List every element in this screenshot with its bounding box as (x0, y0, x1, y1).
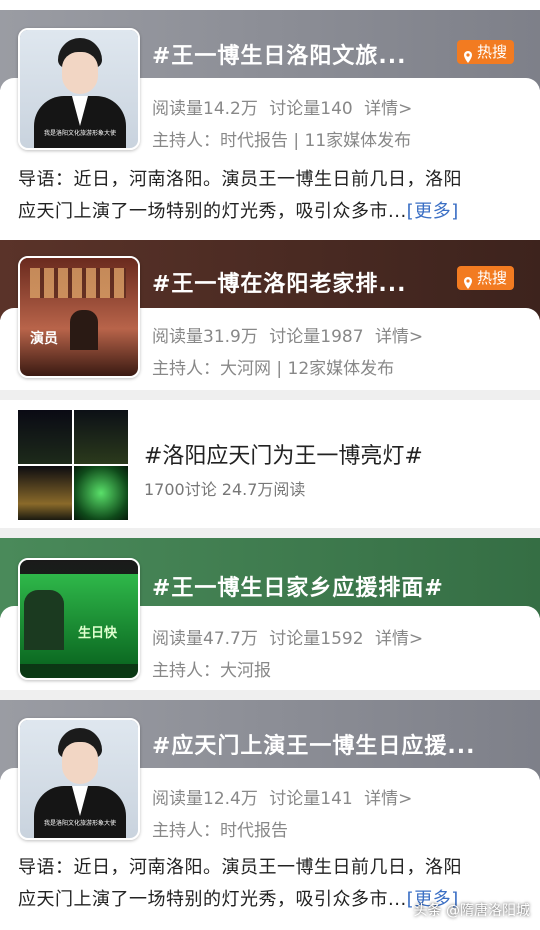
discuss-count: 讨论量1987 (269, 327, 364, 347)
detail-link[interactable]: 详情> (375, 629, 423, 649)
topic-title[interactable]: #王一博生日家乡应援排面# (152, 570, 444, 602)
topic-card-1[interactable]: 我是洛阳文化旅游形象大使 #王一博生日洛阳文旅... 热搜 阅读量14.2万 讨… (0, 10, 540, 238)
topic-title[interactable]: #洛阳应天门为王一博亮灯# (144, 438, 423, 470)
topic-host: 主持人：大河报 (152, 661, 271, 681)
detail-link[interactable]: 详情> (364, 789, 412, 809)
intro-line-2: 应天门上演了一场特别的灯光秀，吸引众多市... (18, 889, 407, 910)
discuss-count: 讨论量140 (269, 99, 353, 119)
section-divider (0, 690, 540, 700)
topic-title[interactable]: #王一博在洛阳老家排... (152, 266, 407, 298)
section-divider (0, 528, 540, 538)
topic-thumbnail[interactable]: 我是洛阳文化旅游形象大使 (18, 718, 140, 840)
read-count: 阅读量12.4万 (152, 789, 258, 809)
detail-link[interactable]: 详情> (375, 327, 423, 347)
topic-stats: 阅读量31.9万 讨论量1987 详情> (152, 322, 429, 347)
discuss-count: 讨论量141 (269, 789, 353, 809)
hot-search-badge: 热搜 (456, 266, 514, 290)
topic-card-5[interactable]: 我是洛阳文化旅游形象大使 #应天门上演王一博生日应援... 阅读量12.4万 讨… (0, 700, 540, 930)
topic-host: 主持人：时代报告 (152, 821, 288, 841)
thumbnail-caption: 我是洛阳文化旅游形象大使 (43, 820, 116, 827)
intro-line-2: 应天门上演了一场特别的灯光秀，吸引众多市... (18, 201, 407, 222)
thumbnail-caption: 生日快 (78, 626, 118, 641)
location-pin-icon (462, 272, 474, 289)
location-pin-icon (462, 46, 474, 63)
topic-stats: 阅读量47.7万 讨论量1592 详情> (152, 624, 429, 649)
topic-thumbnail-grid[interactable] (18, 410, 128, 520)
badge-label: 热搜 (476, 269, 507, 287)
topic-stats: 阅读量14.2万 讨论量140 详情> (152, 94, 418, 119)
topic-thumbnail[interactable]: 演员 (18, 256, 140, 378)
topic-title[interactable]: #王一博生日洛阳文旅... (152, 38, 407, 70)
source-watermark: 头条 @隋唐洛阳城 (413, 903, 530, 919)
badge-label: 热搜 (476, 43, 507, 61)
thumbnail-caption: 我是洛阳文化旅游形象大使 (43, 130, 116, 137)
topic-thumbnail[interactable]: 我是洛阳文化旅游形象大使 (18, 28, 140, 150)
topic-stats: 1700讨论 24.7万阅读 (144, 480, 306, 499)
detail-link[interactable]: 详情> (364, 99, 412, 119)
hot-search-badge: 热搜 (456, 40, 514, 64)
topic-title[interactable]: #应天门上演王一博生日应援... (152, 728, 476, 760)
topic-thumbnail[interactable]: 生日快 (18, 558, 140, 680)
more-link[interactable]: [更多] (407, 201, 459, 222)
discuss-count: 讨论量1592 (269, 629, 364, 649)
topic-card-4[interactable]: 生日快 #王一博生日家乡应援排面# 阅读量47.7万 讨论量1592 详情> 主… (0, 538, 540, 690)
section-divider (0, 390, 540, 400)
topic-stats: 阅读量12.4万 讨论量141 详情> (152, 784, 418, 809)
read-count: 阅读量31.9万 (152, 327, 258, 347)
topic-card-2[interactable]: 演员 #王一博在洛阳老家排... 热搜 阅读量31.9万 讨论量1987 详情>… (0, 240, 540, 388)
thumbnail-caption: 演员 (30, 331, 58, 347)
read-count: 阅读量47.7万 (152, 629, 258, 649)
topic-host: 主持人：时代报告 | 11家媒体发布 (152, 131, 412, 151)
intro-line-1: 导语：近日，河南洛阳。演员王一博生日前几日，洛阳 (18, 169, 462, 190)
topic-intro: 导语：近日，河南洛阳。演员王一博生日前几日，洛阳 应天门上演了一场特别的灯光秀，… (18, 164, 522, 228)
topic-host: 主持人：大河网 | 12家媒体发布 (152, 359, 395, 379)
intro-line-1: 导语：近日，河南洛阳。演员王一博生日前几日，洛阳 (18, 857, 462, 878)
topic-card-3[interactable]: #洛阳应天门为王一博亮灯# 1700讨论 24.7万阅读 (0, 400, 540, 528)
read-count: 阅读量14.2万 (152, 99, 258, 119)
